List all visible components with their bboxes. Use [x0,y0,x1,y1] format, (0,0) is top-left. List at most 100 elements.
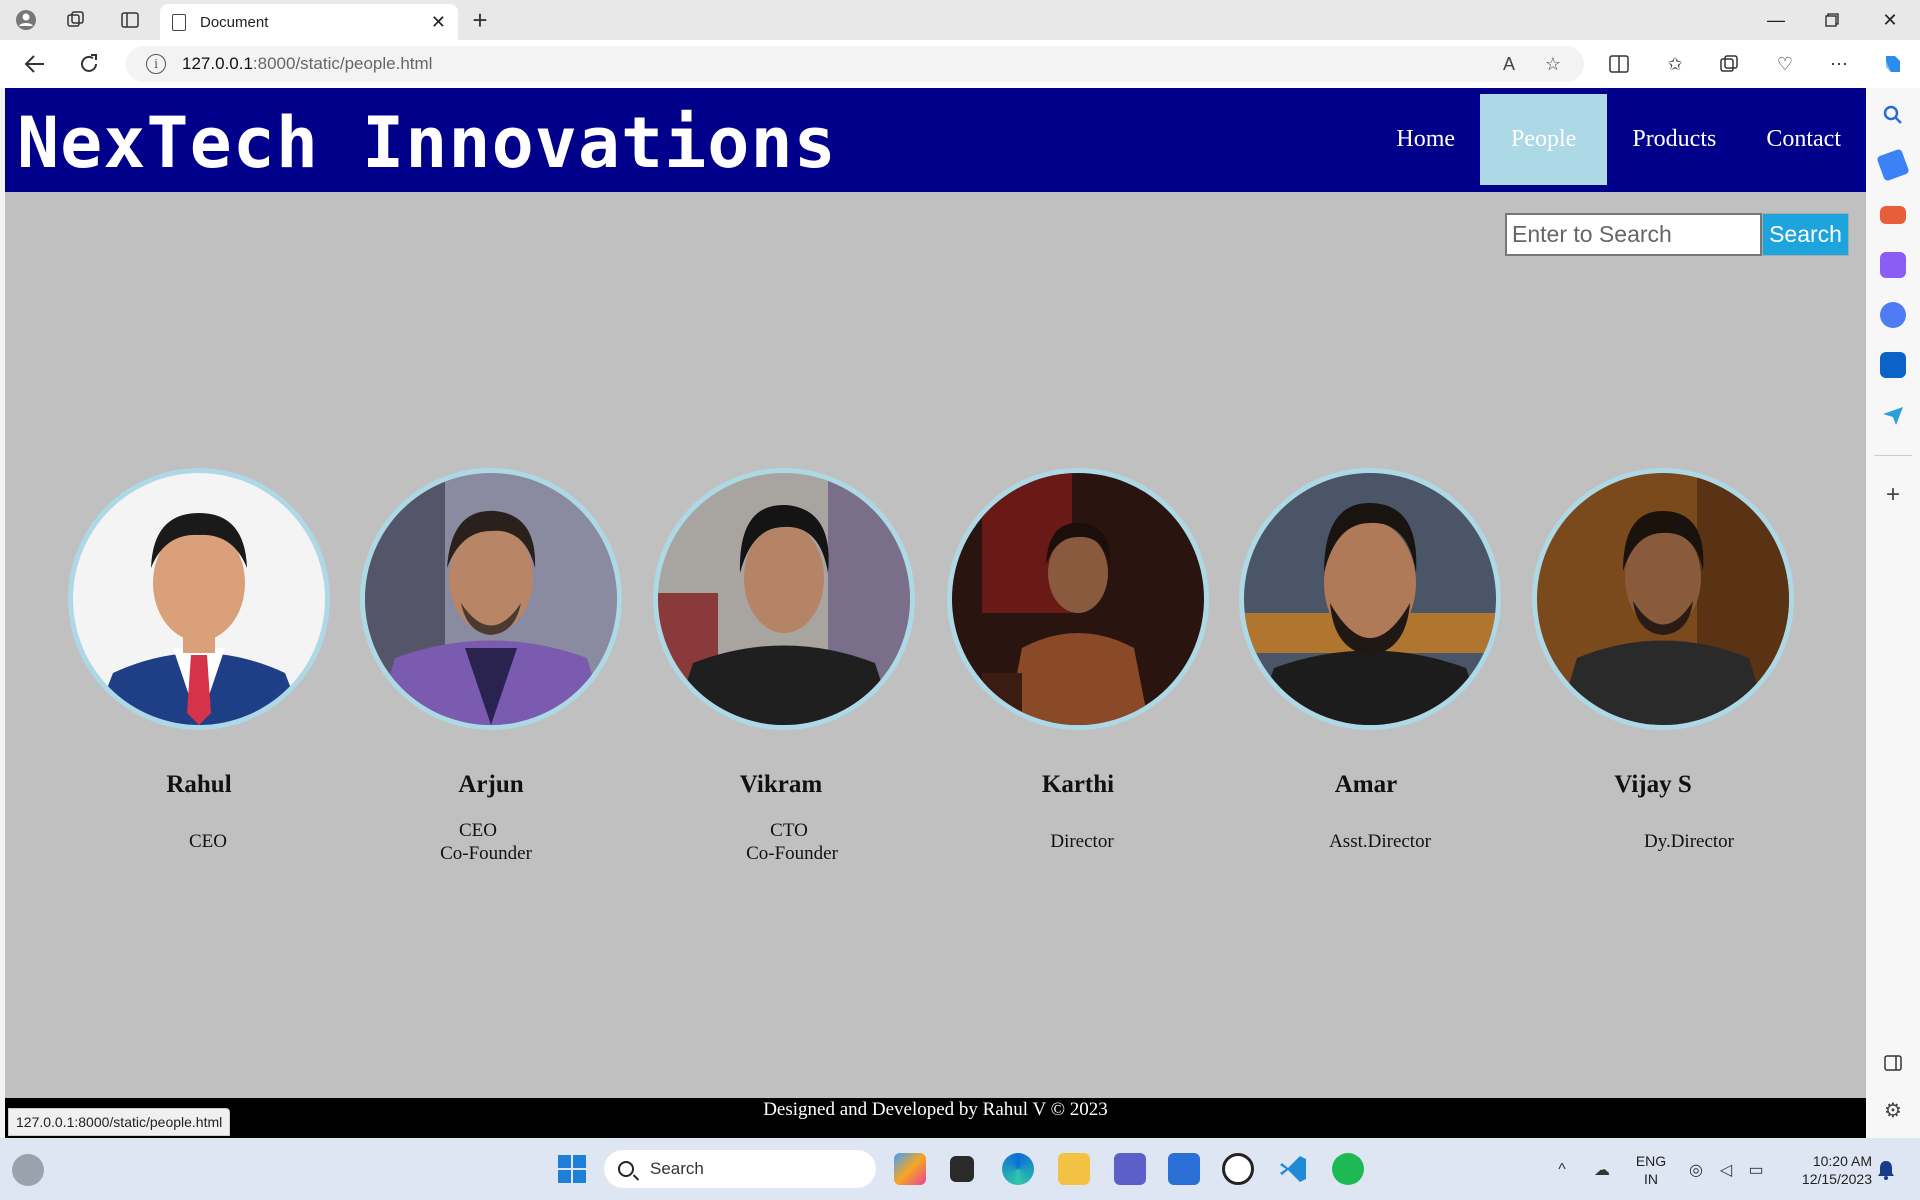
nav-products[interactable]: Products [1607,94,1741,185]
avatar [1532,468,1794,730]
profile-icon[interactable] [12,6,40,34]
url-bar[interactable]: i 127.0.0.1:8000/static/people.html A ☆ [126,46,1584,82]
person-role: Dy.Director [1643,831,1735,852]
widgets-icon[interactable] [12,1154,44,1186]
add-sidebar-app-icon[interactable]: + [1880,481,1906,508]
search-button[interactable]: Search [1762,213,1849,256]
onedrive-icon[interactable]: ☁ [1592,1160,1612,1180]
hide-sidebar-icon[interactable] [1880,1050,1906,1076]
tools-icon[interactable] [1880,206,1906,224]
tab-actions-icon[interactable] [116,6,144,34]
vscode-icon[interactable] [1278,1153,1310,1185]
outlook-icon[interactable] [1880,352,1906,378]
refresh-icon[interactable] [74,50,104,78]
close-tab-icon[interactable]: ✕ [431,12,446,33]
search-icon [618,1161,634,1177]
edge-browser-icon[interactable] [1002,1153,1034,1185]
task-view-icon[interactable] [950,1156,974,1182]
microsoft-store-icon[interactable] [1168,1153,1200,1185]
copilot-icon[interactable] [1880,52,1906,76]
favorite-star-icon[interactable]: ☆ [1540,52,1566,76]
url-path: :8000/static/people.html [252,54,433,73]
person-role: Co-Founder [746,843,838,864]
clock-date: 12/15/2023 [1801,1171,1872,1187]
split-screen-icon[interactable] [1606,52,1632,76]
shopping-tag-icon[interactable] [1876,148,1910,182]
person-name: Vijay S [1614,771,1692,798]
person-role: CEO [459,820,497,841]
games-icon[interactable] [1880,252,1906,278]
site-header: NexTech Innovations Home People Products… [5,88,1866,192]
person-name: Karthi [1041,771,1115,798]
avatar [360,468,622,730]
dell-icon[interactable] [1222,1153,1254,1185]
start-windows-icon[interactable] [556,1153,588,1185]
taskbar-search[interactable]: Search [604,1150,876,1188]
clock[interactable]: 10:20 AM 12/15/2023 [1780,1152,1872,1188]
settings-gear-icon[interactable]: ⚙ [1880,1098,1906,1124]
microsoft-365-icon[interactable] [1880,302,1906,328]
avatar [947,468,1209,730]
clock-time: 10:20 AM [1812,1153,1872,1169]
person-role: CEO [189,831,227,852]
volume-muted-icon[interactable]: ◁ [1716,1160,1736,1180]
main-nav: Home People Products Contact [1371,94,1866,185]
site-search: Search [1505,213,1849,256]
browser-tab-bar: Document ✕ + — ✕ [0,0,1920,40]
footer-text: Designed and Developed by Rahul V © 2023 [763,1099,1108,1120]
person-role: CTO [770,820,808,841]
search-icon[interactable] [1880,102,1906,128]
spotify-icon[interactable] [1332,1153,1364,1185]
back-icon[interactable] [20,50,50,78]
person-role: Asst.Director [1329,831,1431,852]
avatar [653,468,915,730]
document-icon [172,13,186,31]
person-name: Rahul [166,771,232,798]
send-icon[interactable] [1880,402,1906,428]
browser-essentials-icon[interactable]: ♡ [1772,52,1798,76]
teams-icon[interactable] [1114,1153,1146,1185]
battery-icon[interactable]: ▭ [1746,1160,1766,1180]
page-viewport: NexTech Innovations Home People Products… [5,88,1866,1138]
region-code: IN [1644,1171,1658,1187]
address-toolbar: i 127.0.0.1:8000/static/people.html A ☆ … [0,40,1920,88]
restore-icon[interactable] [1812,6,1852,34]
person-role: Co-Founder [440,843,532,864]
minimize-icon[interactable]: — [1756,6,1796,34]
copilot-app-icon[interactable] [894,1153,926,1185]
network-globe-icon[interactable]: ◎ [1686,1160,1706,1180]
avatar [1239,468,1501,730]
taskbar-search-label: Search [650,1159,704,1178]
person-name: Arjun [458,771,524,798]
person-name: Amar [1334,771,1398,798]
person-name: Vikram [739,771,823,798]
nav-home[interactable]: Home [1371,94,1480,185]
search-input[interactable] [1505,213,1762,256]
language-code: ENG [1635,1153,1667,1169]
site-title: NexTech Innovations [17,102,837,184]
favorites-icon[interactable]: ✩ [1662,52,1688,76]
edge-sidebar: + ⚙ [1866,88,1920,1138]
file-explorer-icon[interactable] [1058,1153,1090,1185]
sidebar-divider [1874,455,1912,456]
show-hidden-icons-icon[interactable]: ^ [1552,1160,1572,1180]
person-role: Director [1050,831,1114,852]
close-window-icon[interactable]: ✕ [1870,6,1910,34]
avatar [68,468,330,730]
link-status-bubble: 127.0.0.1:8000/static/people.html [8,1108,231,1136]
read-aloud-icon[interactable]: A [1496,52,1522,76]
nav-people[interactable]: People [1480,94,1608,185]
more-options-icon[interactable]: ⋯ [1826,52,1852,76]
nav-contact[interactable]: Contact [1741,94,1866,185]
notification-bell-icon[interactable] [1876,1160,1896,1180]
url-host: 127.0.0.1 [182,54,253,73]
site-info-icon[interactable]: i [146,54,166,74]
site-footer: Designed and Developed by Rahul V © 2023 [5,1098,1866,1138]
new-tab-icon[interactable]: + [466,5,494,35]
workspaces-icon[interactable] [62,6,90,34]
tab-title: Document [200,13,269,31]
collections-icon[interactable] [1716,52,1742,76]
taskbar: Search ^ ☁ ENG IN ◎ ◁ ▭ 10:20 AM 12/15/2… [0,1138,1920,1200]
browser-tab[interactable]: Document ✕ [160,4,458,40]
language-indicator[interactable]: ENG IN [1628,1152,1674,1188]
